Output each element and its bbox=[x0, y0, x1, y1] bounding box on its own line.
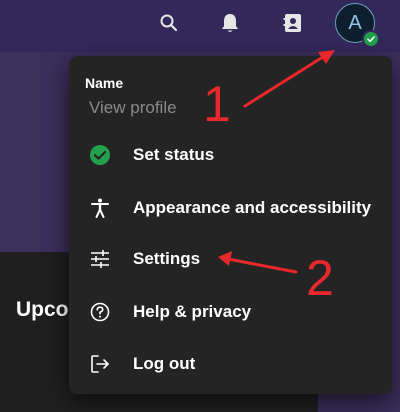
upcoming-heading: Upco bbox=[16, 298, 69, 321]
log-out-icon bbox=[88, 352, 112, 376]
menu-item-label: Help & privacy bbox=[133, 302, 252, 321]
menu-item-settings[interactable]: Settings bbox=[69, 239, 392, 279]
menu-item-appearance[interactable]: Appearance and accessibility bbox=[69, 188, 392, 228]
menu-item-log-out[interactable]: Log out bbox=[69, 344, 392, 384]
accessibility-icon bbox=[88, 196, 112, 220]
profile-avatar-button[interactable]: A bbox=[335, 3, 380, 48]
annotation-step-1: 1 bbox=[203, 76, 231, 132]
view-profile-link[interactable]: View profile bbox=[89, 98, 177, 118]
search-icon[interactable] bbox=[154, 8, 184, 38]
menu-item-set-status[interactable]: Set status bbox=[69, 135, 392, 175]
menu-item-label: Set status bbox=[133, 145, 215, 164]
annotation-step-2: 2 bbox=[306, 250, 334, 306]
menu-item-label: Log out bbox=[133, 354, 196, 373]
help-icon bbox=[88, 300, 112, 324]
presence-badge bbox=[362, 30, 380, 48]
menu-item-help-privacy[interactable]: Help & privacy bbox=[69, 292, 392, 332]
sliders-icon bbox=[88, 247, 112, 271]
bell-icon[interactable] bbox=[215, 8, 245, 38]
check-icon bbox=[367, 36, 375, 43]
green-check-icon bbox=[88, 143, 112, 167]
contacts-icon[interactable] bbox=[278, 8, 308, 38]
menu-item-label: Settings bbox=[133, 249, 201, 268]
menu-item-label: Appearance and accessibility bbox=[133, 198, 372, 217]
profile-name: Name bbox=[85, 75, 124, 91]
top-bar: A bbox=[0, 0, 400, 52]
avatar-initial: A bbox=[348, 11, 362, 34]
